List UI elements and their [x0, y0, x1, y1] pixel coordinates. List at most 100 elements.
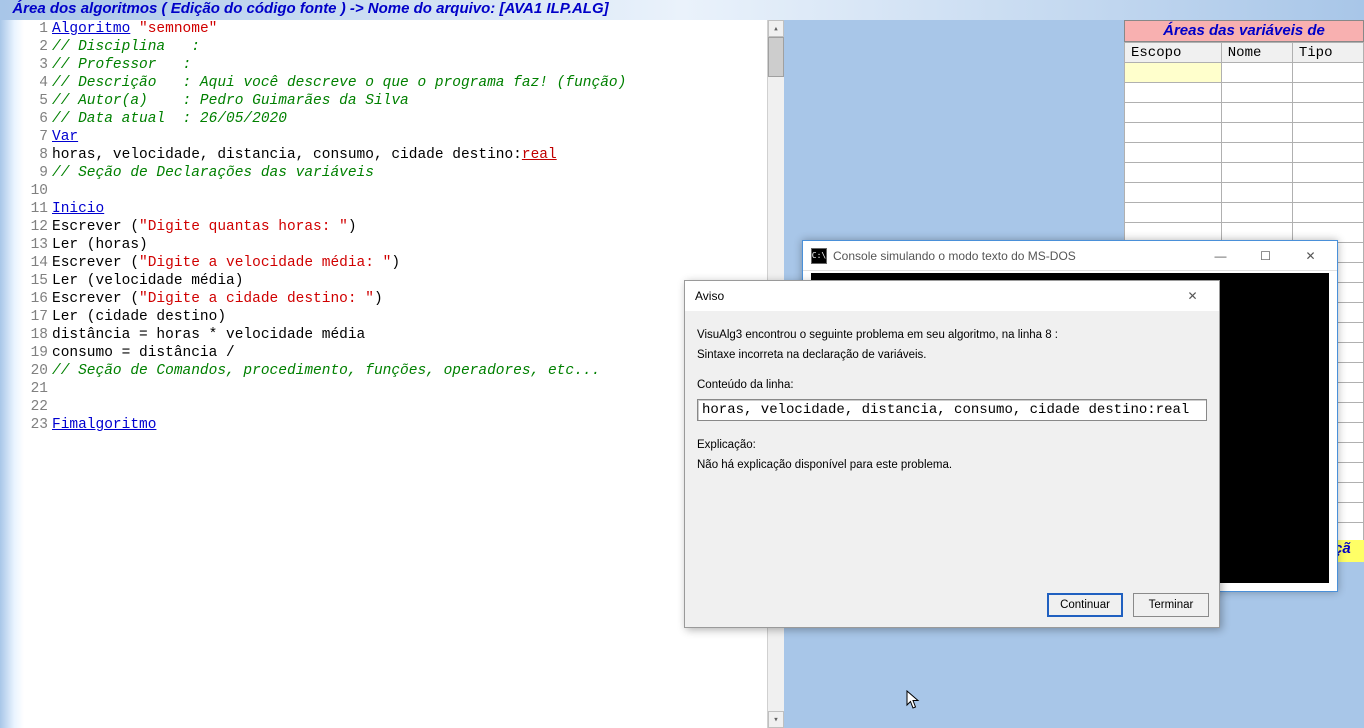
- code-line[interactable]: 7Var: [0, 128, 784, 146]
- table-row[interactable]: [1125, 203, 1364, 223]
- table-cell[interactable]: [1221, 63, 1292, 83]
- table-cell[interactable]: [1292, 103, 1363, 123]
- code-text[interactable]: Escrever ("Digite a velocidade média: "): [52, 254, 400, 272]
- line-number: 8: [0, 146, 52, 164]
- code-text[interactable]: Escrever ("Digite quantas horas: "): [52, 218, 357, 236]
- code-line[interactable]: 16Escrever ("Digite a cidade destino: "): [0, 290, 784, 308]
- scroll-down-button[interactable]: ▾: [768, 711, 784, 728]
- code-line[interactable]: 20// Seção de Comandos, procedimento, fu…: [0, 362, 784, 380]
- table-cell[interactable]: [1125, 83, 1222, 103]
- code-text[interactable]: // Descrição : Aqui você descreve o que …: [52, 74, 626, 92]
- col-tipo[interactable]: Tipo: [1292, 43, 1363, 63]
- table-cell[interactable]: [1125, 183, 1222, 203]
- console-titlebar[interactable]: C:\ Console simulando o modo texto do MS…: [803, 241, 1337, 271]
- code-text[interactable]: // Disciplina :: [52, 38, 200, 56]
- code-line[interactable]: 14Escrever ("Digite a velocidade média: …: [0, 254, 784, 272]
- close-button[interactable]: ✕: [1288, 242, 1333, 270]
- console-icon: C:\: [811, 248, 827, 264]
- table-cell[interactable]: [1292, 203, 1363, 223]
- code-text[interactable]: Inicio: [52, 200, 104, 218]
- table-cell[interactable]: [1292, 163, 1363, 183]
- table-cell[interactable]: [1221, 103, 1292, 123]
- code-text[interactable]: Ler (velocidade média): [52, 272, 243, 290]
- code-text[interactable]: // Seção de Comandos, procedimento, funç…: [52, 362, 600, 380]
- code-line[interactable]: 9// Seção de Declarações das variáveis: [0, 164, 784, 182]
- code-line[interactable]: 21: [0, 380, 784, 398]
- code-line[interactable]: 15Ler (velocidade média): [0, 272, 784, 290]
- table-cell[interactable]: [1125, 163, 1222, 183]
- code-text[interactable]: consumo = distância /: [52, 344, 235, 362]
- table-row[interactable]: [1125, 123, 1364, 143]
- code-text[interactable]: Fimalgoritmo: [52, 416, 156, 434]
- code-line[interactable]: 3// Professor :: [0, 56, 784, 74]
- code-text[interactable]: Var: [52, 128, 78, 146]
- code-editor-panel[interactable]: 1Algoritmo "semnome"2// Disciplina :3// …: [0, 20, 784, 728]
- code-line[interactable]: 18distância = horas * velocidade média: [0, 326, 784, 344]
- variables-panel-title: Áreas das variáveis de: [1124, 20, 1364, 42]
- code-line[interactable]: 1Algoritmo "semnome": [0, 20, 784, 38]
- line-number: 14: [0, 254, 52, 272]
- table-cell[interactable]: [1292, 63, 1363, 83]
- col-nome[interactable]: Nome: [1221, 43, 1292, 63]
- mouse-cursor-icon: [906, 690, 920, 710]
- code-line[interactable]: 10: [0, 182, 784, 200]
- table-cell[interactable]: [1221, 123, 1292, 143]
- table-row[interactable]: [1125, 163, 1364, 183]
- table-cell[interactable]: [1221, 183, 1292, 203]
- code-line[interactable]: 11Inicio: [0, 200, 784, 218]
- code-text[interactable]: // Data atual : 26/05/2020: [52, 110, 287, 128]
- table-row[interactable]: [1125, 63, 1364, 83]
- code-line[interactable]: 8horas, velocidade, distancia, consumo, …: [0, 146, 784, 164]
- col-escopo[interactable]: Escopo: [1125, 43, 1222, 63]
- table-cell[interactable]: [1292, 123, 1363, 143]
- table-cell[interactable]: [1125, 103, 1222, 123]
- table-cell[interactable]: [1125, 143, 1222, 163]
- code-text[interactable]: // Autor(a) : Pedro Guimarães da Silva: [52, 92, 409, 110]
- table-row[interactable]: [1125, 103, 1364, 123]
- line-number: 1: [0, 20, 52, 38]
- code-text[interactable]: Escrever ("Digite a cidade destino: "): [52, 290, 383, 308]
- code-text[interactable]: // Professor :: [52, 56, 191, 74]
- table-cell[interactable]: [1221, 163, 1292, 183]
- code-text[interactable]: // Seção de Declarações das variáveis: [52, 164, 374, 182]
- code-text[interactable]: Ler (cidade destino): [52, 308, 226, 326]
- table-cell[interactable]: [1292, 83, 1363, 103]
- table-cell[interactable]: [1292, 183, 1363, 203]
- table-row[interactable]: [1125, 83, 1364, 103]
- code-line[interactable]: 2// Disciplina :: [0, 38, 784, 56]
- line-number: 11: [0, 200, 52, 218]
- table-cell[interactable]: [1221, 143, 1292, 163]
- code-line[interactable]: 19consumo = distância /: [0, 344, 784, 362]
- code-text[interactable]: distância = horas * velocidade média: [52, 326, 365, 344]
- table-cell[interactable]: [1125, 63, 1222, 83]
- code-line[interactable]: 12Escrever ("Digite quantas horas: "): [0, 218, 784, 236]
- table-row[interactable]: [1125, 183, 1364, 203]
- code-line[interactable]: 17Ler (cidade destino): [0, 308, 784, 326]
- line-number: 17: [0, 308, 52, 326]
- table-cell[interactable]: [1125, 203, 1222, 223]
- line-number: 9: [0, 164, 52, 182]
- maximize-button[interactable]: ☐: [1243, 242, 1288, 270]
- code-line[interactable]: 23Fimalgoritmo: [0, 416, 784, 434]
- code-line[interactable]: 22: [0, 398, 784, 416]
- continue-button[interactable]: Continuar: [1047, 593, 1123, 617]
- code-line[interactable]: 6// Data atual : 26/05/2020: [0, 110, 784, 128]
- console-title-text: Console simulando o modo texto do MS-DOS: [833, 249, 1076, 263]
- terminate-button[interactable]: Terminar: [1133, 593, 1209, 617]
- table-row[interactable]: [1125, 143, 1364, 163]
- code-text[interactable]: Ler (horas): [52, 236, 148, 254]
- table-cell[interactable]: [1221, 83, 1292, 103]
- line-number: 21: [0, 380, 52, 398]
- line-number: 16: [0, 290, 52, 308]
- line-number: 18: [0, 326, 52, 344]
- table-cell[interactable]: [1292, 143, 1363, 163]
- code-text[interactable]: horas, velocidade, distancia, consumo, c…: [52, 146, 557, 164]
- code-line[interactable]: 4// Descrição : Aqui você descreve o que…: [0, 74, 784, 92]
- aviso-close-button[interactable]: ✕: [1170, 282, 1215, 310]
- table-cell[interactable]: [1221, 203, 1292, 223]
- minimize-button[interactable]: —: [1198, 242, 1243, 270]
- code-line[interactable]: 5// Autor(a) : Pedro Guimarães da Silva: [0, 92, 784, 110]
- code-text[interactable]: Algoritmo "semnome": [52, 20, 217, 38]
- table-cell[interactable]: [1125, 123, 1222, 143]
- code-line[interactable]: 13Ler (horas): [0, 236, 784, 254]
